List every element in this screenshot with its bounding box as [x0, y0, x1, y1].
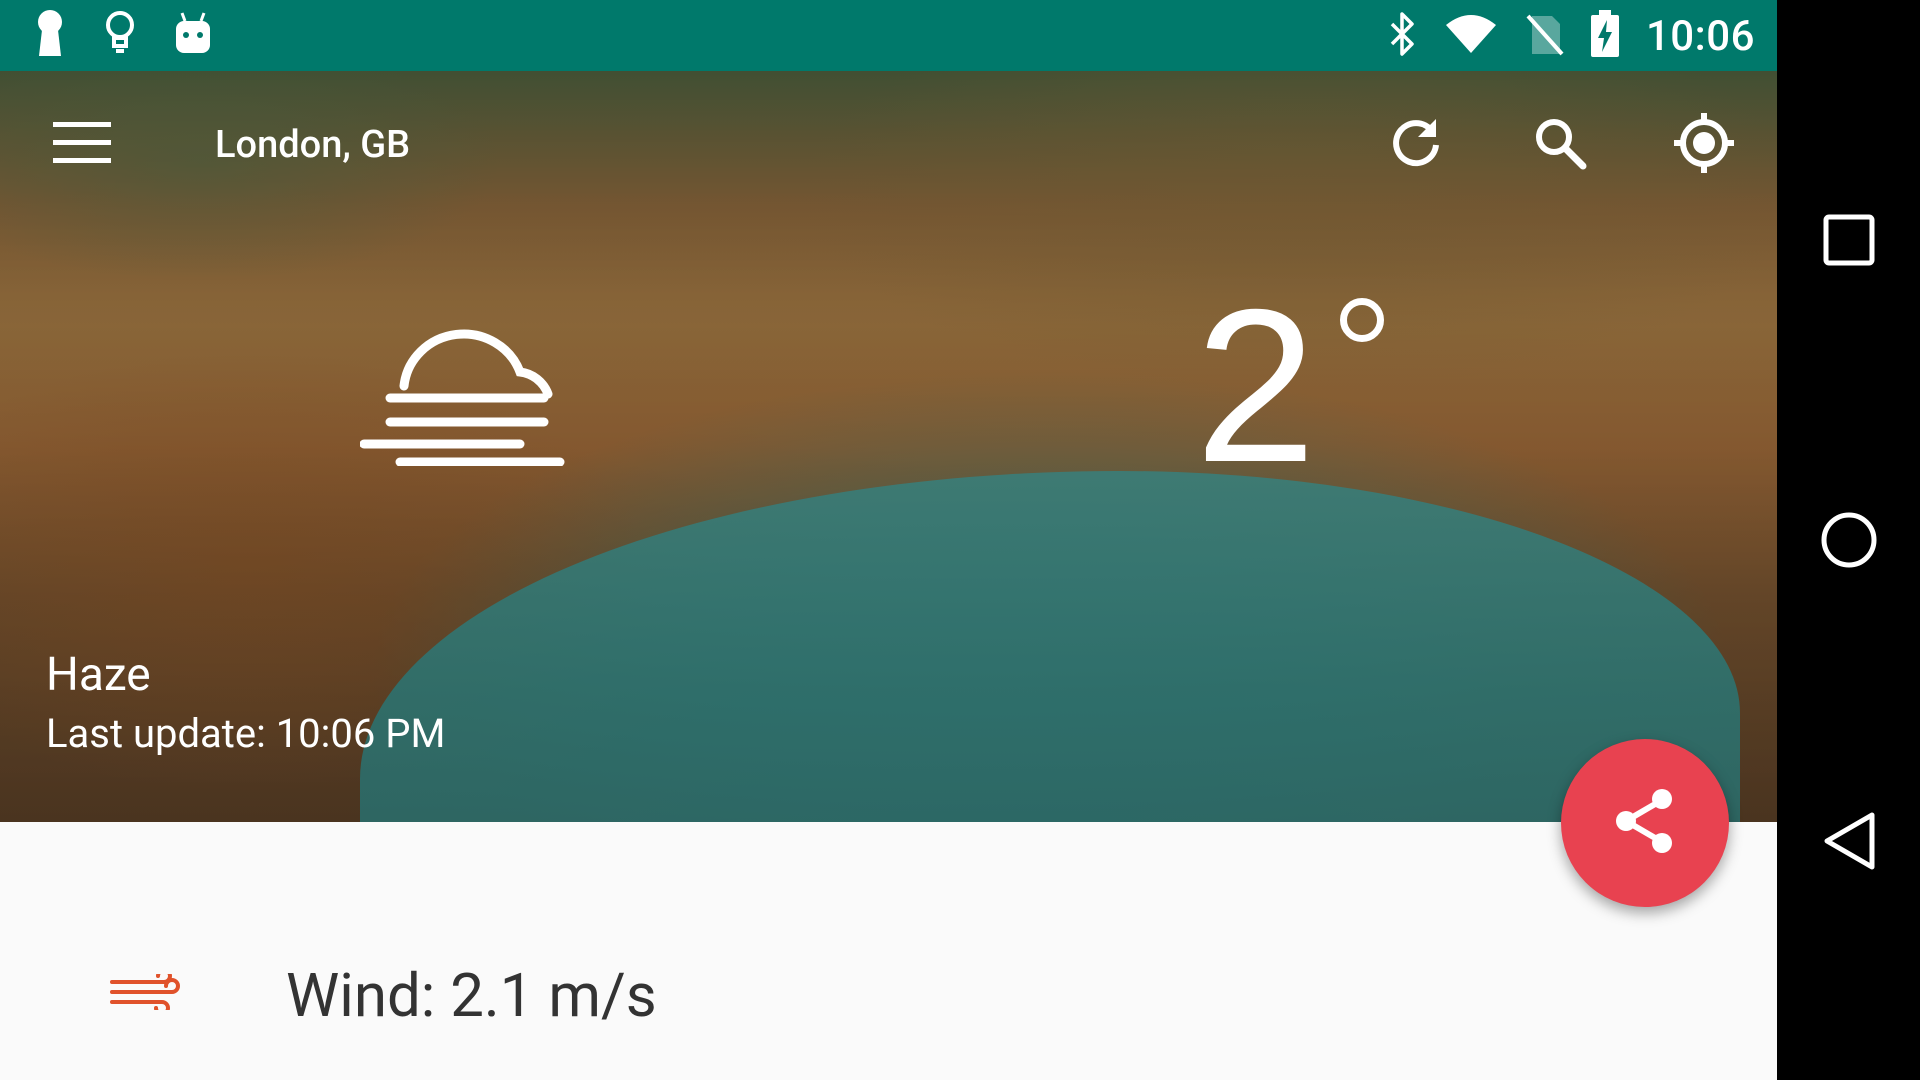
lightbulb-icon [104, 10, 136, 60]
weather-details-card: Wind: 2.1 m/s [0, 822, 1777, 1080]
android-icon [174, 11, 212, 59]
status-bar: 10:06 [0, 0, 1777, 71]
app-screen: 10:06 London, GB 2 Haze Last update: 10:… [0, 0, 1777, 1080]
recents-button[interactable] [1777, 180, 1920, 300]
last-update-text: Last update: 10:06 PM [46, 710, 446, 757]
location-title: London, GB [215, 123, 411, 167]
wind-icon [110, 968, 180, 1016]
system-navigation-bar [1777, 0, 1920, 1080]
battery-charging-icon [1590, 10, 1620, 62]
bluetooth-icon [1388, 12, 1418, 60]
background-lake [360, 471, 1740, 822]
search-icon[interactable] [1528, 111, 1592, 175]
keyhole-icon [34, 8, 66, 62]
menu-icon[interactable] [50, 111, 114, 175]
degree-symbol [1340, 298, 1384, 342]
my-location-icon[interactable] [1672, 111, 1736, 175]
share-button[interactable] [1561, 739, 1729, 907]
home-button[interactable] [1777, 480, 1920, 600]
weather-condition: Haze [46, 648, 151, 702]
app-bar: London, GB [0, 71, 1777, 215]
status-clock: 10:06 [1645, 11, 1755, 61]
temperature-value: 2 [1195, 265, 1317, 508]
refresh-icon[interactable] [1384, 111, 1448, 175]
back-button[interactable] [1777, 781, 1920, 901]
wind-speed-text: Wind: 2.1 m/s [286, 960, 657, 1031]
share-icon [1614, 788, 1676, 858]
no-sim-icon [1524, 12, 1564, 60]
wifi-icon [1444, 13, 1498, 59]
haze-icon [359, 316, 570, 470]
